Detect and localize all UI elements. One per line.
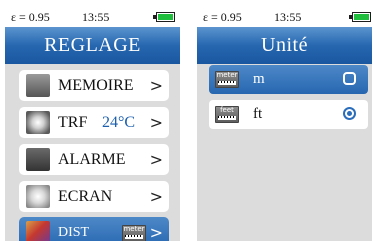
bell-icon — [26, 148, 50, 171]
unit-option-ft[interactable]: feet ft — [209, 100, 368, 129]
distance-icon — [26, 221, 50, 241]
menu-item-dist[interactable]: DIST meter > — [19, 217, 169, 241]
battery-icon — [349, 12, 371, 22]
menu-item-alarme[interactable]: ALARME > — [19, 144, 169, 175]
menu-item-label: ALARME — [58, 151, 126, 168]
chevron-right-icon: > — [149, 223, 163, 241]
page-title: Unité — [197, 27, 372, 64]
menu-item-label: MEMOIRE — [58, 77, 134, 94]
clock: 13:55 — [274, 10, 302, 24]
meter-ruler-icon: meter — [215, 71, 239, 88]
status-bar: ε = 0.95 13:55 — [5, 7, 180, 27]
menu-item-memoire[interactable]: MEMOIRE > — [19, 70, 169, 101]
radio-selected-icon[interactable] — [343, 72, 356, 85]
brightness-icon — [26, 185, 50, 208]
page-title: REGLAGE — [5, 27, 180, 64]
sun-icon — [26, 111, 50, 134]
menu-item-label: TRF — [58, 114, 88, 131]
unit-screen: ε = 0.95 13:55 Unité meter m feet ft — [197, 7, 372, 241]
unit-option-m[interactable]: meter m — [209, 65, 368, 94]
battery-icon — [153, 12, 175, 22]
chevron-right-icon: > — [149, 113, 163, 132]
menu-item-label: DIST — [58, 225, 90, 240]
reflected-temperature-value: 24°C — [102, 114, 136, 131]
feet-ruler-icon: feet — [215, 106, 239, 123]
unit-label: ft — [253, 106, 263, 122]
chevron-right-icon: > — [149, 187, 163, 206]
unit-label: m — [253, 71, 265, 87]
menu-item-label: ECRAN — [58, 188, 113, 205]
emissivity-readout: ε = 0.95 — [203, 10, 242, 24]
clock: 13:55 — [82, 10, 110, 24]
status-bar: ε = 0.95 13:55 — [197, 7, 372, 27]
menu-item-ecran[interactable]: ECRAN > — [19, 181, 169, 212]
menu-item-trf[interactable]: TRF 24°C > — [19, 107, 169, 138]
chevron-right-icon: > — [149, 76, 163, 95]
memory-icon — [26, 74, 50, 97]
chevron-right-icon: > — [149, 150, 163, 169]
radio-unselected-icon[interactable] — [343, 107, 356, 120]
settings-screen: ε = 0.95 13:55 REGLAGE MEMOIRE > TRF 24°… — [5, 7, 180, 241]
meter-ruler-icon: meter — [122, 225, 146, 241]
emissivity-readout: ε = 0.95 — [11, 10, 50, 24]
